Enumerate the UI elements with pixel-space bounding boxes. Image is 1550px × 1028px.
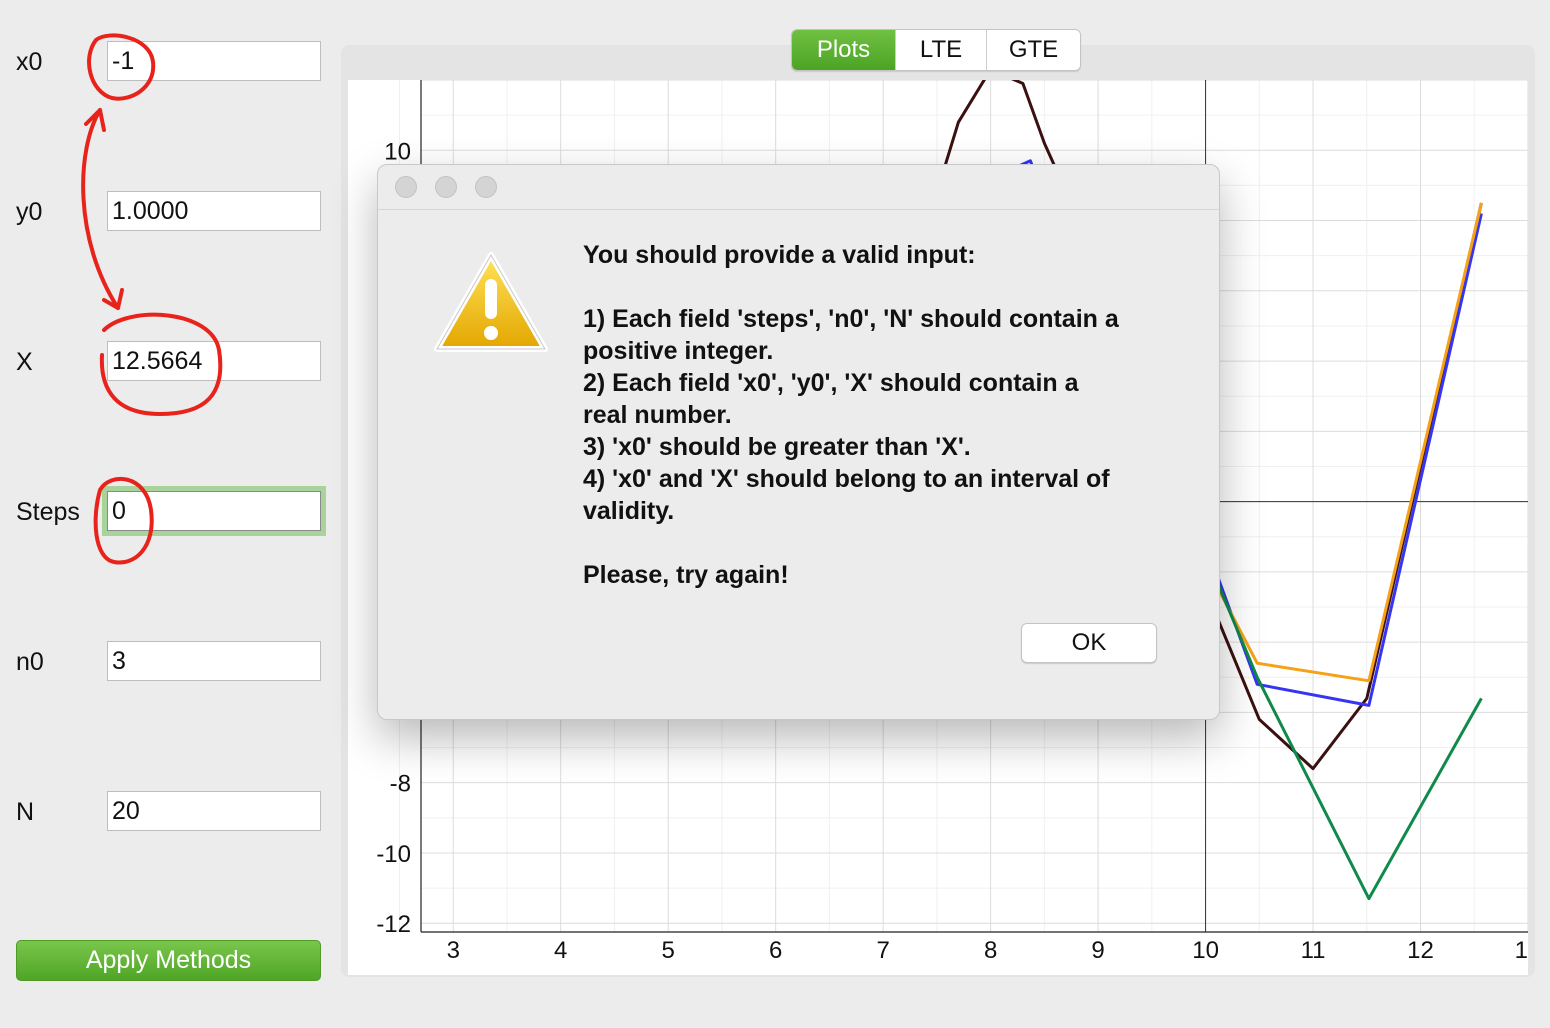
x-tick-label: 8 — [984, 937, 997, 964]
steps-field[interactable] — [107, 491, 321, 531]
y0-field[interactable] — [107, 191, 321, 231]
tab-lte[interactable]: LTE — [896, 30, 987, 70]
y-tick-label: 10 — [384, 138, 411, 165]
dialog-message-line: validity. — [583, 497, 675, 525]
x-tick-label: 11 — [1301, 937, 1326, 964]
x-tick-label: 13 — [1515, 937, 1528, 964]
X-label: X — [16, 348, 33, 376]
zoom-window-icon[interactable] — [475, 176, 497, 198]
n0-field[interactable] — [107, 641, 321, 681]
N-label: N — [16, 798, 35, 826]
dialog-message-line: 1) Each field 'steps', 'n0', 'N' should … — [583, 305, 1119, 333]
x-tick-label: 3 — [447, 937, 460, 964]
y-tick-label: -12 — [376, 911, 411, 938]
tab-gte[interactable]: GTE — [987, 30, 1080, 70]
dialog-message-footer: Please, try again! — [583, 561, 789, 589]
close-window-icon[interactable] — [395, 176, 417, 198]
x-tick-label: 9 — [1091, 937, 1104, 964]
annotation-arrowhead-bottom — [102, 288, 124, 310]
dialog-message-line: real number. — [583, 401, 732, 429]
dialog-message-line: 4) 'x0' and 'X' should belong to an inte… — [583, 465, 1110, 493]
x0-label: x0 — [16, 48, 43, 76]
tab-plots[interactable]: Plots — [792, 30, 896, 70]
x-tick-label: 10 — [1192, 937, 1219, 964]
x-tick-label: 6 — [769, 937, 782, 964]
x-tick-label: 5 — [662, 937, 675, 964]
X-field[interactable] — [107, 341, 321, 381]
annotation-arrowhead-top — [84, 108, 106, 132]
y-tick-label: -8 — [390, 771, 411, 798]
x-tick-label: 4 — [554, 937, 567, 964]
tab-bar: Plots LTE GTE — [791, 29, 1081, 71]
n0-label: n0 — [16, 648, 44, 676]
dialog-titlebar — [378, 165, 1219, 210]
ok-button[interactable]: OK — [1021, 623, 1157, 663]
dialog-message-line: 3) 'x0' should be greater than 'X'. — [583, 433, 971, 461]
steps-label: Steps — [16, 498, 80, 526]
x0-field[interactable] — [107, 41, 321, 81]
x-tick-label: 12 — [1407, 937, 1434, 964]
N-field[interactable] — [107, 791, 321, 831]
dialog-message-line: positive integer. — [583, 337, 774, 365]
dialog-message-line: 2) Each field 'x0', 'y0', 'X' should con… — [583, 369, 1079, 397]
dialog-message-heading: You should provide a valid input: — [583, 241, 976, 269]
warning-dialog: You should provide a valid input: 1) Eac… — [377, 164, 1220, 720]
y-tick-label: -10 — [376, 841, 411, 868]
minimize-window-icon[interactable] — [435, 176, 457, 198]
apply-methods-button[interactable]: Apply Methods — [16, 940, 321, 981]
y0-label: y0 — [16, 198, 43, 226]
warning-triangle-icon — [434, 252, 548, 352]
x-tick-label: 7 — [876, 937, 889, 964]
